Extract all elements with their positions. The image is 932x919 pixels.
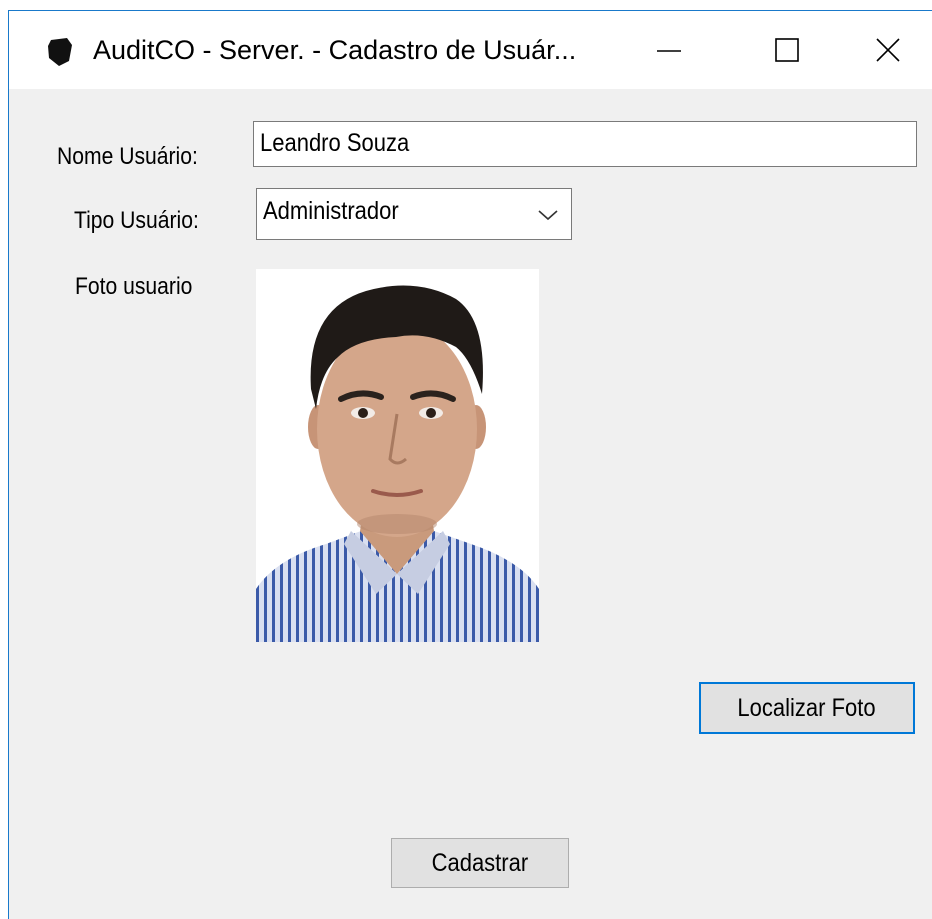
maximize-icon [775, 38, 799, 62]
nome-usuario-label: Nome Usuário: [57, 143, 198, 170]
window-title: AuditCO - Server. - Cadastro de Usuár... [93, 35, 577, 65]
localizar-foto-label: Localizar Foto [737, 693, 877, 722]
tipo-usuario-select[interactable]: Administrador [256, 188, 572, 240]
maximize-button[interactable] [742, 11, 832, 89]
user-photo-portrait [256, 269, 539, 642]
title-bar[interactable]: AuditCO - Server. - Cadastro de Usuár... [9, 11, 932, 89]
nome-usuario-input[interactable]: Leandro Souza [253, 121, 917, 167]
tipo-usuario-label: Tipo Usuário: [74, 207, 199, 234]
user-photo [256, 269, 539, 642]
minimize-button[interactable] [624, 11, 714, 89]
minimize-icon [657, 50, 681, 52]
tipo-usuario-value: Administrador [263, 197, 399, 225]
shield-icon [48, 38, 72, 66]
close-icon [876, 38, 900, 62]
nome-usuario-value: Leandro Souza [260, 129, 410, 157]
app-window: AuditCO - Server. - Cadastro de Usuár...… [8, 10, 932, 919]
cadastrar-button[interactable]: Cadastrar [391, 838, 569, 888]
close-button[interactable] [843, 11, 932, 89]
cadastrar-label: Cadastrar [431, 848, 529, 877]
chevron-down-icon [538, 210, 558, 221]
foto-usuario-label: Foto usuario [75, 273, 193, 300]
localizar-foto-button[interactable]: Localizar Foto [699, 682, 915, 734]
